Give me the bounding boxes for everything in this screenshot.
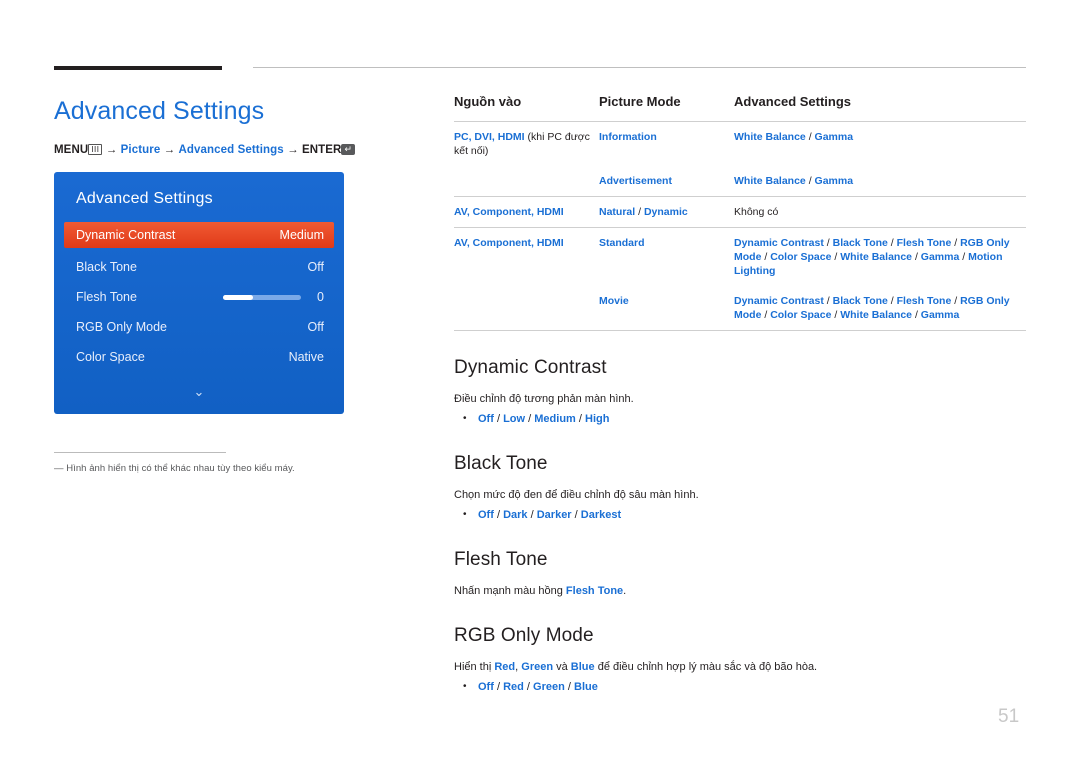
header-rule-dark bbox=[54, 66, 222, 70]
source-blue-3: AV, Component, HDMI bbox=[454, 206, 564, 218]
table-cell-settings: White Balance / Gamma bbox=[734, 166, 1026, 197]
table-header-advanced-settings: Advanced Settings bbox=[734, 94, 852, 109]
table-row: AV, Component, HDMI Standard Dynamic Con… bbox=[454, 228, 1026, 287]
table-row: Movie Dynamic Contrast / Black Tone / Fl… bbox=[454, 286, 1026, 331]
osd-value-color-space: Native bbox=[288, 350, 324, 364]
section-title-black-tone: Black Tone bbox=[454, 453, 548, 474]
page-title: Advanced Settings bbox=[54, 97, 265, 125]
osd-value-black-tone: Off bbox=[307, 260, 324, 274]
flesh-tone-slider[interactable] bbox=[223, 294, 302, 300]
source-blue-1: PC, DVI, HDMI bbox=[454, 131, 525, 143]
table-cell-source: AV, Component, HDMI bbox=[454, 196, 599, 228]
table-row: AV, Component, HDMI Natural / Dynamic Kh… bbox=[454, 196, 1026, 228]
osd-label-black-tone: Black Tone bbox=[76, 260, 137, 274]
osd-row-dynamic-contrast[interactable]: Dynamic Contrast Medium bbox=[64, 222, 334, 248]
section-desc-rgb-only-mode: Hiển thị Red, Green và Blue để điều chỉn… bbox=[454, 659, 1026, 675]
menu-path-menu-label: MENU bbox=[54, 144, 89, 156]
source-blue-4: AV, Component, HDMI bbox=[454, 237, 564, 249]
mode-1: Information bbox=[599, 131, 657, 143]
page-number: 51 bbox=[998, 706, 1020, 727]
note-divider bbox=[54, 452, 226, 453]
osd-label-color-space: Color Space bbox=[76, 350, 145, 364]
menu-glyph-icon: III bbox=[88, 144, 103, 155]
table-cell-settings: Không có bbox=[734, 196, 1026, 228]
right-column: Nguồn vào Picture Mode Advanced Settings… bbox=[454, 94, 1026, 695]
spec-table: Nguồn vào Picture Mode Advanced Settings… bbox=[454, 94, 1026, 331]
settings-1: White Balance bbox=[734, 131, 806, 143]
table-cell-settings: Dynamic Contrast / Black Tone / Flesh To… bbox=[734, 237, 1010, 277]
rgb-desc-post: để điều chỉnh hợp lý màu sắc và độ bão h… bbox=[594, 661, 818, 673]
menu-path-enter-label: ENTER bbox=[301, 144, 342, 156]
flesh-tone-slider-fill bbox=[223, 294, 254, 300]
left-column: Advanced Settings MENU III → Picture → Ad… bbox=[54, 96, 394, 474]
section-title-dynamic-contrast: Dynamic Contrast bbox=[454, 357, 607, 378]
osd-row-black-tone[interactable]: Black Tone Off bbox=[54, 252, 344, 282]
osd-panel: Advanced Settings Dynamic Contrast Mediu… bbox=[54, 172, 344, 414]
section-options-dynamic-contrast: Off / Low / Medium / High bbox=[454, 411, 1026, 427]
flesh-desc-pre: Nhấn mạnh màu hồng bbox=[454, 585, 566, 597]
osd-slider-wrap: 0 bbox=[223, 290, 324, 304]
figure-note: ― Hình ảnh hiển thị có thể khác nhau tùy… bbox=[54, 463, 295, 474]
table-cell-source bbox=[454, 166, 599, 197]
table-cell-mode: Advertisement bbox=[599, 166, 734, 197]
section-desc-flesh-tone: Nhấn mạnh màu hồng Flesh Tone. bbox=[454, 583, 1026, 599]
rgb-desc-red: Red bbox=[494, 661, 516, 673]
menu-path-item-advanced-settings: Advanced Settings bbox=[178, 144, 284, 156]
header-rule-light bbox=[253, 67, 1026, 68]
table-cell-mode: Natural / Dynamic bbox=[599, 196, 734, 228]
list-item: Off / Low / Medium / High bbox=[454, 411, 1026, 427]
flesh-desc-blue: Flesh Tone bbox=[565, 585, 624, 597]
header-rule bbox=[54, 66, 1026, 70]
osd-label-rgb-only-mode: RGB Only Mode bbox=[76, 320, 168, 334]
table-cell-settings: Dynamic Contrast / Black Tone / Flesh To… bbox=[734, 286, 1026, 331]
flesh-desc-post: . bbox=[623, 585, 627, 597]
section-desc-dynamic-contrast: Điều chỉnh độ tương phản màn hình. bbox=[454, 393, 634, 405]
table-cell-mode: Standard bbox=[599, 228, 734, 287]
table-cell-mode: Movie bbox=[599, 286, 734, 331]
osd-label-flesh-tone: Flesh Tone bbox=[76, 290, 137, 304]
osd-row-color-space[interactable]: Color Space Native bbox=[54, 342, 344, 372]
menu-path-arrow-3: → bbox=[287, 144, 299, 156]
table-row: PC, DVI, HDMI (khi PC được kết nối) Info… bbox=[454, 122, 1026, 167]
table-header-row: Nguồn vào Picture Mode Advanced Settings bbox=[454, 94, 1026, 122]
rgb-desc-green: Green bbox=[521, 661, 554, 673]
table-header-picture-mode: Picture Mode bbox=[599, 94, 681, 109]
osd-title: Advanced Settings bbox=[76, 190, 213, 207]
table-cell-source: AV, Component, HDMI bbox=[454, 228, 599, 287]
settings-3: Không có bbox=[734, 206, 779, 218]
section-options-rgb-only-mode: Off / Red / Green / Blue bbox=[454, 679, 1026, 695]
mode-5: Movie bbox=[599, 295, 629, 307]
section-title-rgb-only-mode: RGB Only Mode bbox=[454, 625, 594, 646]
enter-key-icon: ↵ bbox=[341, 144, 356, 155]
osd-value-rgb-only-mode: Off bbox=[307, 320, 324, 334]
osd-label-dynamic-contrast: Dynamic Contrast bbox=[76, 228, 176, 242]
menu-path-arrow-1: → bbox=[105, 144, 118, 156]
menu-path-item-picture: Picture bbox=[120, 144, 161, 156]
table-cell-source bbox=[454, 286, 599, 331]
section-desc-black-tone: Chọn mức độ đen để điều chỉnh độ sâu màn… bbox=[454, 489, 699, 501]
section-title-flesh-tone: Flesh Tone bbox=[454, 549, 548, 570]
table-cell-source: PC, DVI, HDMI (khi PC được kết nối) bbox=[454, 122, 599, 167]
osd-row-flesh-tone[interactable]: Flesh Tone 0 bbox=[54, 282, 344, 312]
list-item: Off / Dark / Darker / Darkest bbox=[454, 507, 1026, 523]
rgb-desc-blue: Blue bbox=[570, 661, 595, 673]
table-cell-mode: Information bbox=[599, 122, 734, 167]
menu-path: MENU III → Picture → Advanced Settings → … bbox=[54, 144, 394, 156]
rgb-desc-mid2: và bbox=[553, 661, 571, 673]
mode-4: Standard bbox=[599, 237, 645, 249]
section-options-black-tone: Off / Dark / Darker / Darkest bbox=[454, 507, 1026, 523]
mode-2: Advertisement bbox=[599, 175, 672, 187]
table-header-source: Nguồn vào bbox=[454, 94, 522, 109]
osd-value-flesh-tone: 0 bbox=[317, 290, 324, 304]
rgb-desc-pre: Hiển thị bbox=[454, 661, 495, 673]
menu-path-arrow-2: → bbox=[163, 144, 176, 156]
osd-value-dynamic-contrast: Medium bbox=[279, 228, 324, 242]
osd-row-rgb-only-mode[interactable]: RGB Only Mode Off bbox=[54, 312, 344, 342]
table-cell-settings: White Balance / Gamma bbox=[734, 131, 854, 143]
chevron-down-icon[interactable]: ⌄ bbox=[54, 372, 344, 414]
list-item: Off / Red / Green / Blue bbox=[454, 679, 1026, 695]
table-row: Advertisement White Balance / Gamma bbox=[454, 166, 1026, 197]
